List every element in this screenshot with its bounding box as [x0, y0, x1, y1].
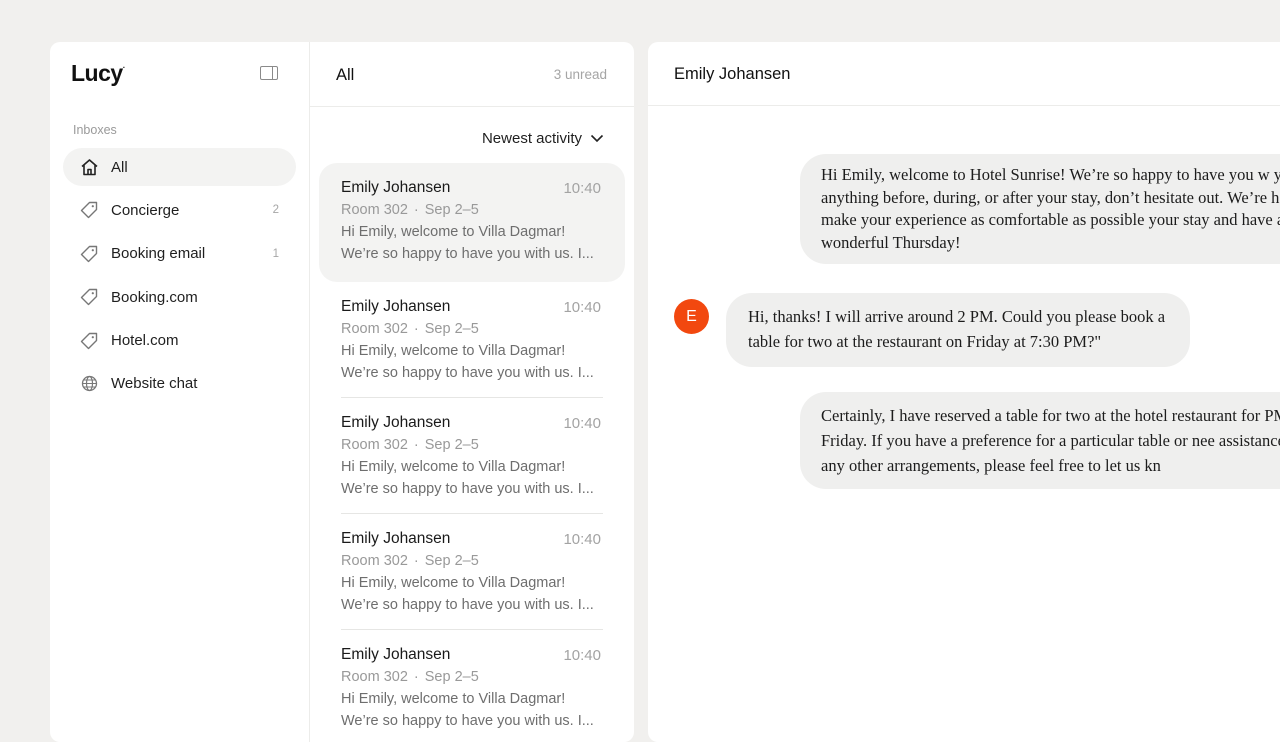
message-time: 10:40	[563, 299, 601, 316]
tag-icon	[79, 200, 99, 220]
sidebar-item-website-chat[interactable]: Website chat	[63, 365, 296, 403]
app-window: Lucy· Inboxes All Concierge 2 Booking em…	[0, 0, 1280, 742]
inbox-panel: Lucy· Inboxes All Concierge 2 Booking em…	[50, 42, 634, 742]
sidebar-item-label: Hotel.com	[111, 332, 179, 350]
meta-separator: ·	[413, 202, 419, 218]
message-time: 10:40	[563, 531, 601, 548]
stay-dates: Sep 2–5	[424, 669, 479, 685]
conversation-item[interactable]: Emily Johansen 10:40 Room 302 · Sep 2–5 Hi…	[319, 629, 625, 742]
message-preview: Hi Emily, welcome to Villa Dagmar! We’re …	[341, 572, 603, 616]
outgoing-message: Certainly, I have reserved a table for t…	[800, 392, 1280, 489]
chat-contact-name: Emily Johansen	[674, 65, 791, 83]
booking-meta: Room 302 · Sep 2–5	[341, 550, 625, 572]
conversation-list-header: All 3 unread	[310, 42, 634, 107]
preview-line: Hi Emily, welcome to Villa Dagmar!	[341, 224, 566, 240]
preview-line: Hi Emily, welcome to Villa Dagmar!	[341, 691, 566, 707]
conversation-list-title: All	[336, 66, 355, 84]
preview-line: Hi Emily, welcome to Villa Dagmar!	[341, 343, 566, 359]
conversation-items: Emily Johansen 10:40 Room 302 · Sep 2–5 Hi…	[319, 163, 625, 742]
avatar: E	[674, 299, 709, 334]
tag-icon	[79, 331, 99, 351]
sort-dropdown[interactable]: Newest activity	[482, 130, 604, 147]
sidebar-item-label: All	[111, 158, 128, 176]
logo-mark: ·	[122, 63, 126, 72]
sidebar-item-all[interactable]: All	[63, 148, 296, 186]
chat-header: Emily Johansen	[648, 42, 1280, 106]
tag-icon	[79, 287, 99, 307]
conversation-item[interactable]: Emily Johansen 10:40 Room 302 · Sep 2–5 Hi…	[319, 397, 625, 514]
chevron-down-icon	[590, 130, 604, 147]
home-icon	[79, 157, 99, 177]
stay-dates: Sep 2–5	[424, 202, 479, 218]
preview-line: Hi Emily, welcome to Villa Dagmar!	[341, 575, 566, 591]
stay-dates: Sep 2–5	[424, 437, 479, 453]
preview-line: We’re so happy to have you with us. I...	[341, 713, 594, 729]
message-time: 10:40	[563, 180, 601, 197]
message-preview: Hi Emily, welcome to Villa Dagmar! We’re …	[341, 340, 603, 384]
incoming-message: Hi, thanks! I will arrive around 2 PM. C…	[726, 293, 1190, 367]
chat-panel: Emily Johansen Hi Emily, welcome to Hote…	[648, 42, 1280, 742]
sidebar-toggle-icon[interactable]	[260, 66, 278, 80]
meta-separator: ·	[413, 553, 419, 569]
app-logo: Lucy·	[71, 60, 125, 87]
preview-line: We’re so happy to have you with us. I...	[341, 246, 594, 262]
conversation-item[interactable]: Emily Johansen 10:40 Room 302 · Sep 2–5 Hi…	[319, 163, 625, 282]
booking-meta: Room 302 · Sep 2–5	[341, 666, 625, 688]
preview-line: Hi Emily, welcome to Villa Dagmar!	[341, 459, 566, 475]
room-number: Room 302	[341, 669, 408, 685]
booking-meta: Room 302 · Sep 2–5	[341, 318, 625, 340]
booking-meta: Room 302 · Sep 2–5	[341, 434, 625, 456]
stay-dates: Sep 2–5	[424, 321, 479, 337]
sort-label: Newest activity	[481, 130, 582, 147]
preview-line: We’re so happy to have you with us. I...	[341, 481, 594, 497]
room-number: Room 302	[341, 321, 408, 337]
globe-icon	[79, 374, 99, 394]
room-number: Room 302	[341, 553, 408, 569]
unread-count: 2	[272, 204, 279, 217]
meta-separator: ·	[413, 437, 419, 453]
message-time: 10:40	[563, 647, 601, 664]
sidebar-item-label: Booking.com	[111, 288, 198, 306]
sidebar-item-booking-email[interactable]: Booking email 1	[63, 235, 296, 273]
room-number: Room 302	[341, 202, 408, 218]
message-preview: Hi Emily, welcome to Villa Dagmar! We’re …	[341, 688, 603, 732]
unread-count: 1	[272, 247, 279, 260]
conversation-item[interactable]: Emily Johansen 10:40 Room 302 · Sep 2–5 Hi…	[319, 282, 625, 398]
sidebar-item-label: Booking email	[111, 245, 206, 263]
inbox-list: All Concierge 2 Booking email 1 Booking.…	[63, 148, 296, 408]
sidebar-item-label: Website chat	[111, 375, 198, 393]
app-logo-text: Lucy	[71, 60, 123, 86]
sidebar-item-concierge[interactable]: Concierge 2	[63, 191, 296, 229]
sidebar: Lucy· Inboxes All Concierge 2 Booking em…	[50, 42, 310, 742]
tag-icon	[79, 244, 99, 264]
room-number: Room 302	[341, 437, 408, 453]
conversation-item[interactable]: Emily Johansen 10:40 Room 302 · Sep 2–5 Hi…	[319, 513, 625, 630]
unread-summary: 3 unread	[553, 67, 607, 82]
stay-dates: Sep 2–5	[424, 553, 479, 569]
sidebar-item-hotel-com[interactable]: Hotel.com	[63, 322, 296, 360]
meta-separator: ·	[413, 321, 419, 337]
outgoing-message: Hi Emily, welcome to Hotel Sunrise! We’r…	[800, 154, 1280, 264]
message-preview: Hi Emily, welcome to Villa Dagmar! We’re …	[341, 456, 603, 500]
meta-separator: ·	[413, 669, 419, 685]
booking-meta: Room 302 · Sep 2–5	[341, 199, 625, 221]
inboxes-heading: Inboxes	[73, 123, 117, 137]
sidebar-item-booking-com[interactable]: Booking.com	[63, 278, 296, 316]
preview-line: We’re so happy to have you with us. I...	[341, 597, 594, 613]
sidebar-item-label: Concierge	[111, 201, 180, 219]
message-time: 10:40	[563, 415, 601, 432]
preview-line: We’re so happy to have you with us. I...	[341, 365, 594, 381]
message-preview: Hi Emily, welcome to Villa Dagmar! We’re …	[341, 221, 603, 265]
conversation-list: All 3 unread Newest activity Emily Johan…	[310, 42, 634, 742]
